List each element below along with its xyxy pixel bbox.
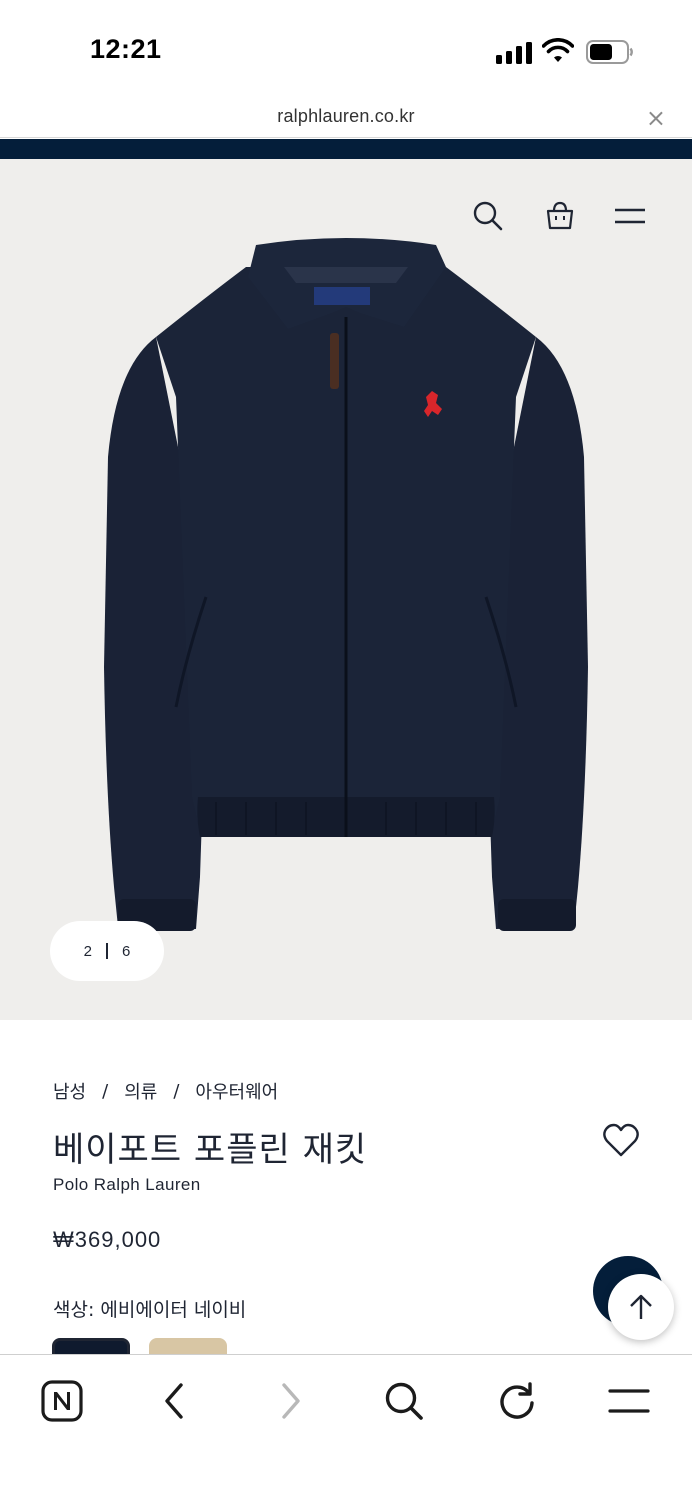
gallery-counter-divider — [106, 943, 108, 959]
gallery-counter: 2 6 — [50, 921, 164, 981]
battery-icon — [586, 40, 634, 64]
refresh-icon[interactable] — [495, 1379, 539, 1423]
breadcrumb-item-men[interactable]: 남성 — [53, 1078, 86, 1104]
site-header-band — [0, 139, 692, 159]
status-bar: 12:21 — [0, 0, 692, 100]
forward-icon[interactable] — [268, 1379, 312, 1423]
close-icon[interactable]: × — [646, 104, 666, 132]
breadcrumb-item-clothing[interactable]: 의류 — [124, 1078, 157, 1104]
wifi-icon — [541, 38, 575, 64]
url-text[interactable]: ralphlauren.co.kr — [0, 106, 692, 127]
heart-icon[interactable] — [602, 1122, 640, 1158]
product-image-jacket — [104, 238, 588, 931]
search-icon[interactable] — [471, 199, 505, 233]
gallery-current: 2 — [83, 942, 92, 960]
search-icon[interactable] — [382, 1379, 426, 1423]
scroll-to-top-button[interactable] — [608, 1274, 674, 1340]
menu-icon[interactable] — [607, 1379, 651, 1423]
color-label: 색상: 에비에이터 네이비 — [53, 1299, 247, 1321]
gallery-total: 6 — [122, 942, 131, 960]
product-price: ₩369,000 — [53, 1227, 162, 1252]
breadcrumb-item-outerwear[interactable]: 아우터웨어 — [195, 1078, 278, 1104]
back-icon[interactable] — [153, 1379, 197, 1423]
product-title: 베이포트 포플린 재킷 — [53, 1130, 368, 1170]
browser-url-bar: ralphlauren.co.kr × — [0, 100, 692, 138]
arrow-up-icon — [630, 1294, 652, 1319]
cellular-signal-icon — [496, 40, 532, 64]
naver-home-icon[interactable] — [40, 1379, 84, 1423]
breadcrumb-separator: / — [173, 1080, 180, 1102]
brand-name: Polo Ralph Lauren — [53, 1175, 201, 1194]
product-image-gallery[interactable]: 2 6 — [0, 159, 692, 1020]
menu-icon[interactable] — [612, 199, 648, 233]
breadcrumb-separator: / — [102, 1080, 109, 1102]
browser-bottom-bar — [0, 1354, 692, 1500]
shopping-bag-icon[interactable] — [543, 199, 577, 233]
status-time: 12:21 — [90, 34, 162, 64]
breadcrumb: 남성 / 의류 / 아우터웨어 — [53, 1078, 278, 1104]
